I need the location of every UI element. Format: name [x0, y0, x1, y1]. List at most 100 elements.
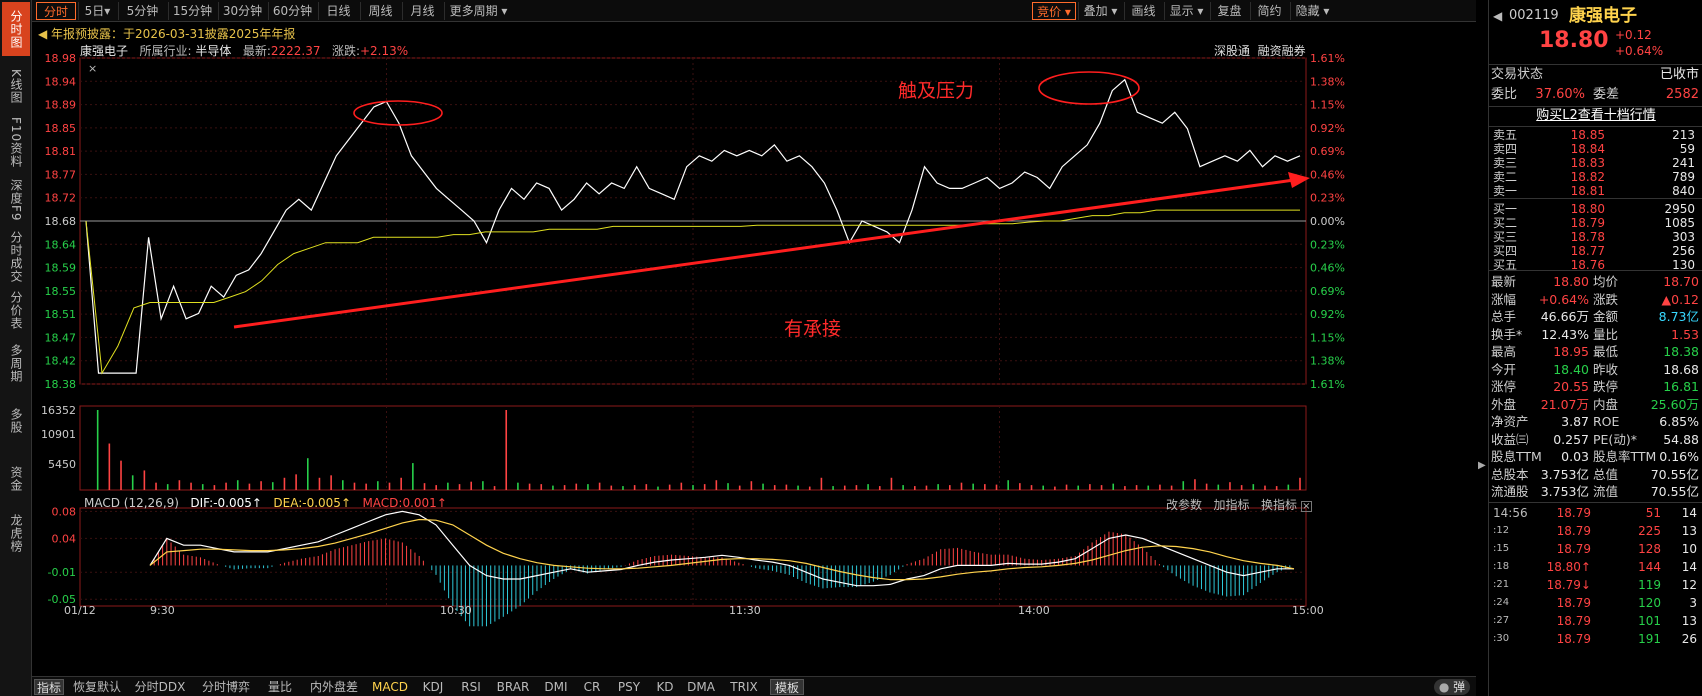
tick-count: 12: [1681, 578, 1697, 592]
stat-row: 总手 46.66万 金额 8.73亿: [1489, 308, 1702, 325]
stat-value: 0.03: [1561, 449, 1589, 464]
trade-state-label: 交易状态: [1491, 67, 1544, 82]
left-rail-tab-2[interactable]: F10资料: [2, 116, 30, 170]
left-rail-tab-7[interactable]: 多股: [2, 394, 30, 448]
left-rail-tab-4[interactable]: 分时成交: [2, 230, 30, 284]
indicator-tab-12[interactable]: PSY: [612, 679, 646, 695]
indicator-tab-13[interactable]: KD: [652, 679, 678, 695]
indicator-tab-14[interactable]: DMA: [684, 679, 718, 695]
stat-label: 总股本: [1491, 466, 1529, 482]
indicator-tab-7[interactable]: KDJ: [416, 679, 450, 695]
link-margin[interactable]: 融资融券: [1258, 44, 1306, 58]
stat-label: 最低: [1593, 344, 1619, 359]
toolbar-tab-2[interactable]: 画线: [1124, 2, 1162, 20]
divider: [1489, 270, 1702, 271]
tick-row: :15 18.79 128 10: [1489, 540, 1702, 558]
indicator-tab-0[interactable]: 指标: [34, 679, 64, 695]
indicator-tab-15[interactable]: TRIX: [724, 679, 764, 695]
chart-area[interactable]: 18.98 1.61% 18.94 1.38% 18.89 1.15% 18.85 0.92%…: [32, 40, 1476, 676]
indicator-tab-8[interactable]: RSI: [456, 679, 486, 695]
last-price: 18.80: [1539, 28, 1609, 53]
order-volume: 1085: [1664, 216, 1695, 230]
macd-switch-indicator-button[interactable]: 换指标: [1261, 498, 1297, 512]
indicator-tab-5[interactable]: 内外盘差: [304, 679, 364, 695]
stat-row: 涨幅 +0.64% 涨跌 ▲0.12: [1489, 291, 1702, 308]
prev-stock-icon[interactable]: ◀: [1493, 4, 1502, 28]
pct-tick-label: 0.23%: [1310, 192, 1345, 205]
stat-value: 3.87: [1561, 414, 1589, 429]
tick-time: :15: [1493, 543, 1510, 554]
toolbar-tab-1[interactable]: 叠加 ▾: [1078, 2, 1122, 20]
stat-value: 18.40: [1553, 361, 1589, 377]
left-rail-tab-3[interactable]: 深度F9: [2, 174, 30, 226]
tick-volume: 101: [1638, 614, 1661, 628]
toolbar-tab-4[interactable]: 复盘: [1210, 2, 1248, 20]
left-rail-tab-8[interactable]: 资金: [2, 452, 30, 506]
pct-tick-label: 1.15%: [1310, 99, 1345, 112]
main-plot-close-icon[interactable]: ×: [88, 62, 97, 75]
indicator-tab-3[interactable]: 分时博弈: [196, 679, 256, 695]
bounce-label: 弹: [1453, 680, 1466, 694]
macd-add-indicator-button[interactable]: 加指标: [1213, 498, 1249, 512]
ask-row: 卖三 18.83 241: [1489, 156, 1702, 170]
period-tab-3[interactable]: 15分钟: [168, 2, 216, 20]
stat-row: 总股本 3.753亿 总值 70.55亿: [1489, 466, 1702, 483]
indicator-tab-9[interactable]: BRAR: [492, 679, 534, 695]
indicator-tab-11[interactable]: CR: [578, 679, 606, 695]
indicator-tab-6[interactable]: MACD: [370, 679, 410, 695]
peak-ellipse-2: [1038, 71, 1140, 105]
left-rail-tab-9[interactable]: 龙虎榜: [2, 510, 30, 556]
left-rail-tab-0[interactable]: 分时图: [2, 2, 30, 56]
indicator-tab-4[interactable]: 量比: [262, 679, 298, 695]
indicator-tab-2[interactable]: 分时DDX: [130, 679, 190, 695]
link-sgt[interactable]: 深股通: [1214, 44, 1250, 58]
price-tick-label: 18.98: [45, 52, 77, 65]
info-industry[interactable]: 半导体: [195, 44, 231, 58]
tick-count: 3: [1689, 596, 1697, 610]
stat-label: 量比: [1593, 326, 1619, 342]
stat-label: 净资产: [1491, 414, 1529, 429]
weicha-value: 2582: [1665, 87, 1699, 102]
stat-label: 总值: [1593, 466, 1619, 482]
order-price: 18.81: [1570, 184, 1605, 198]
stat-value: 6.85%: [1659, 414, 1699, 429]
left-rail-tab-6[interactable]: 多周期: [2, 336, 30, 390]
stat-value: 12.43%: [1541, 326, 1589, 342]
period-tab-4[interactable]: 30分钟: [218, 2, 266, 20]
indicator-tab-10[interactable]: DMI: [540, 679, 572, 695]
intraday-chart[interactable]: 18.98 1.61% 18.94 1.38% 18.89 1.15% 18.85 0.92%…: [32, 40, 1476, 676]
period-tab-5[interactable]: 60分钟: [268, 2, 316, 20]
collapse-panel-icon[interactable]: ▶: [1478, 460, 1486, 482]
weibi-label: 委比: [1491, 87, 1518, 102]
stock-name: 康强电子: [1569, 6, 1637, 26]
stat-value: 18.38: [1663, 344, 1699, 359]
stat-row: 净资产 3.87 ROE 6.85%: [1489, 413, 1702, 430]
period-tab-9[interactable]: 更多周期 ▾: [444, 2, 512, 20]
l2-link[interactable]: 购买L2查看十档行情: [1489, 107, 1702, 125]
order-level-label: 卖三: [1493, 156, 1518, 170]
period-tab-7[interactable]: 周线: [360, 2, 400, 20]
indicator-tab-1[interactable]: 恢复默认: [70, 679, 124, 695]
indicator-tab-16[interactable]: 模板: [770, 679, 804, 695]
period-tab-1[interactable]: 5日▾: [78, 2, 116, 20]
order-level-label: 买四: [1493, 244, 1518, 258]
divider: [1489, 502, 1702, 503]
macd-edit-params-button[interactable]: 改参数: [1166, 498, 1202, 512]
period-tab-8[interactable]: 月线: [402, 2, 442, 20]
pct-tick-label: 0.92%: [1310, 308, 1345, 321]
period-tab-2[interactable]: 5分钟: [118, 2, 166, 20]
macd-dif-line: [149, 510, 1294, 587]
left-rail-tab-1[interactable]: K线图: [2, 60, 30, 112]
toolbar-tab-5[interactable]: 简约: [1250, 2, 1288, 20]
stat-value: 18.95: [1553, 344, 1589, 359]
toolbar-tab-3[interactable]: 显示 ▾: [1164, 2, 1208, 20]
left-rail-tab-5[interactable]: 分价表: [2, 288, 30, 332]
toolbar-tab-0[interactable]: 竞价 ▾: [1032, 2, 1076, 20]
bounce-button[interactable]: ● 弹: [1434, 679, 1470, 695]
macd-close-icon[interactable]: ×: [1300, 501, 1312, 512]
ask-row: 卖五 18.85 213: [1489, 128, 1702, 142]
toolbar-tab-6[interactable]: 隐藏 ▾: [1290, 2, 1334, 20]
period-tab-0[interactable]: 分时: [36, 2, 76, 20]
period-tab-6[interactable]: 日线: [318, 2, 358, 20]
price-tick-label: 18.42: [45, 355, 77, 368]
